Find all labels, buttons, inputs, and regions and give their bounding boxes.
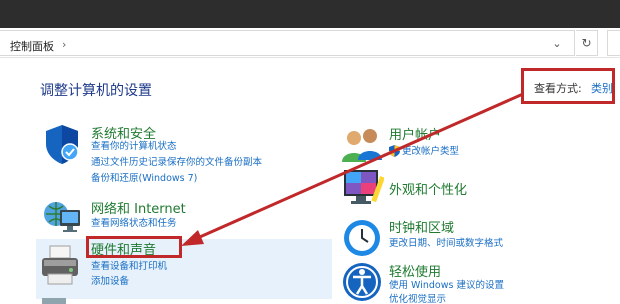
category-system-security[interactable]: 系统和安全: [91, 123, 156, 142]
address-bar: 控制面板 › ⌄ ↻: [0, 28, 620, 58]
category-appearance[interactable]: 外观和个性化: [389, 179, 467, 198]
breadcrumb-chevron-icon[interactable]: ›: [62, 38, 66, 51]
link-backup-restore[interactable]: 备份和还原(Windows 7): [91, 173, 197, 185]
printer-icon: [42, 245, 78, 285]
link-add-device[interactable]: 添加设备: [91, 276, 129, 288]
hardware-annotation-box: [86, 236, 182, 258]
address-dropdown-icon[interactable]: ⌄: [548, 37, 566, 53]
link-change-account-type[interactable]: 更改帐户类型: [402, 146, 459, 158]
page-title: 调整计算机的设置: [40, 83, 152, 99]
window-top-strip: [0, 0, 620, 28]
link-optimize-display[interactable]: 优化视觉显示: [389, 294, 446, 304]
category-ease-of-access[interactable]: 轻松使用: [389, 261, 441, 280]
link-file-history[interactable]: 通过文件历史记录保存你的文件备份副本: [91, 157, 262, 169]
link-recommended-settings[interactable]: 使用 Windows 建议的设置: [389, 280, 504, 292]
link-date-time-format[interactable]: 更改日期、时间或数字格式: [389, 238, 503, 250]
ease-of-access-icon: [343, 263, 381, 301]
view-by-dropdown[interactable]: 类别: [591, 80, 613, 96]
shield-icon: [46, 125, 79, 164]
clock-globe-icon: [344, 220, 380, 256]
category-user-accounts[interactable]: 用户帐户: [389, 124, 441, 143]
link-view-computer-status[interactable]: 查看你的计算机状态: [91, 141, 177, 153]
link-network-status[interactable]: 查看网络状态和任务: [91, 218, 177, 230]
users-icon: [342, 129, 382, 162]
uac-shield-icon: [389, 145, 400, 157]
category-network-internet[interactable]: 网络和 Internet: [91, 198, 186, 217]
address-field[interactable]: 控制面板 › ⌄: [0, 30, 575, 56]
breadcrumb-control-panel[interactable]: 控制面板: [10, 38, 54, 54]
category-clock-region[interactable]: 时钟和区域: [389, 217, 454, 236]
search-input[interactable]: [607, 30, 620, 56]
programs-icon: [42, 298, 66, 304]
network-globe-icon: [44, 202, 80, 232]
link-devices-printers[interactable]: 查看设备和打印机: [91, 261, 167, 273]
view-by-label: 查看方式:: [534, 82, 582, 95]
refresh-button[interactable]: ↻: [576, 30, 598, 56]
appearance-icon: [344, 170, 384, 204]
